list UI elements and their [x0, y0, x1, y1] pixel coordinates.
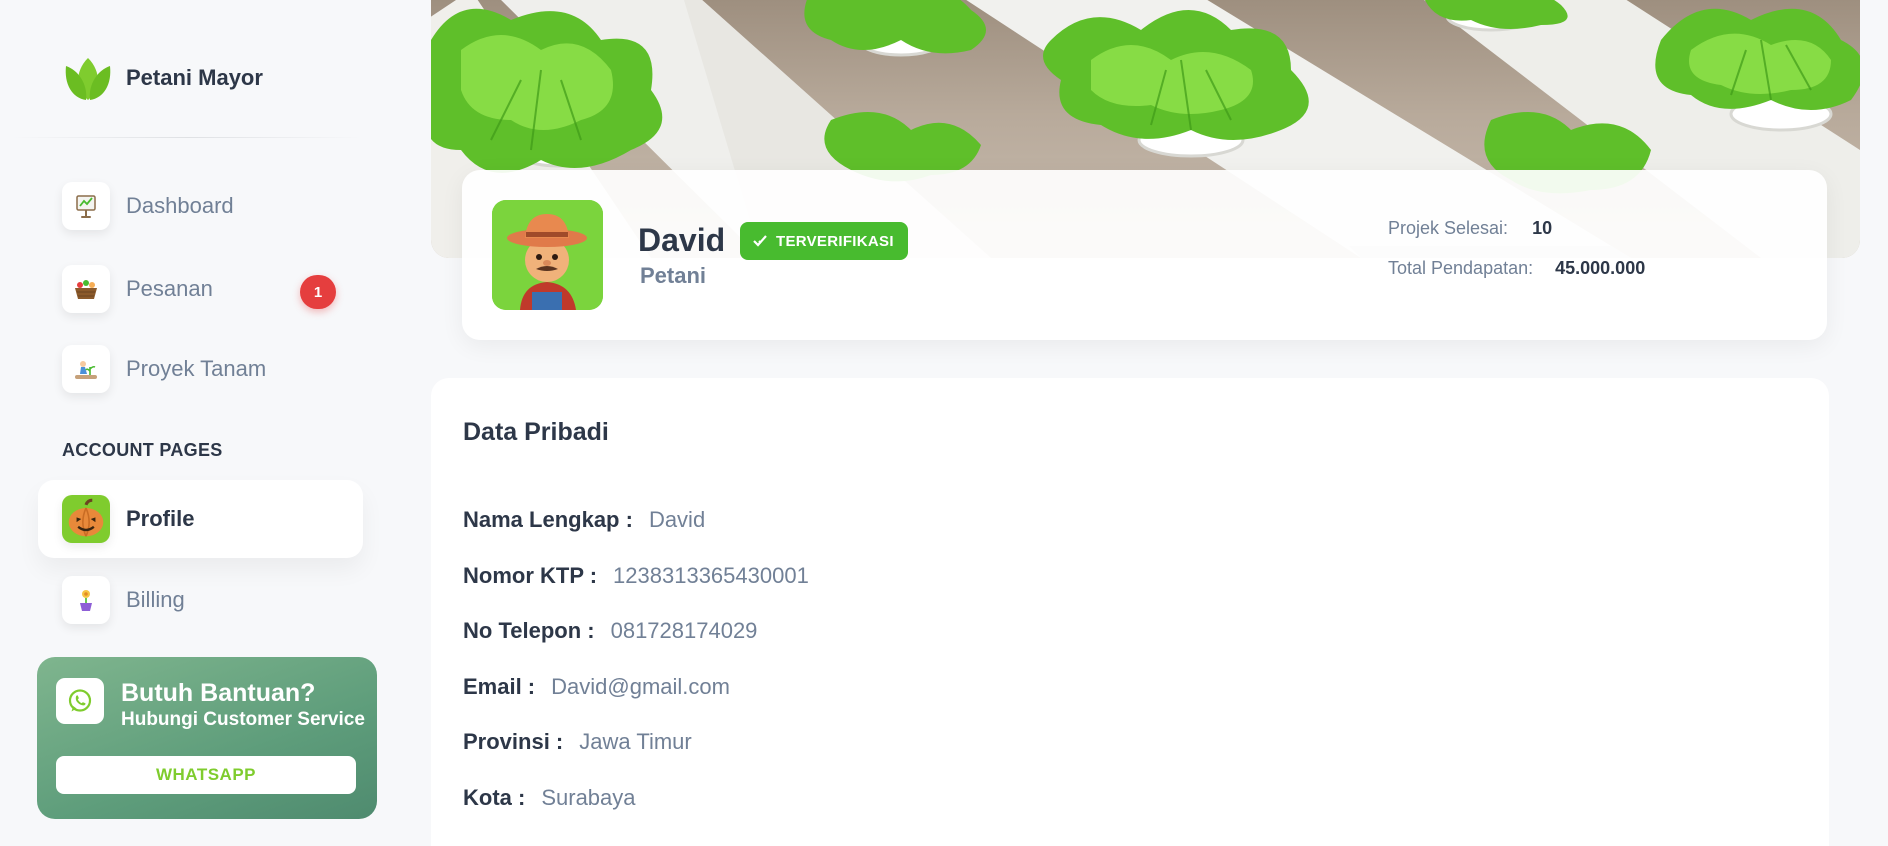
profile-header-card: David TERVERIFIKASI Petani Projek Selesa… [462, 170, 1827, 340]
stat-value: 10 [1532, 218, 1553, 238]
stat-total-income: Total Pendapatan: 45.000.000 [1388, 258, 1645, 279]
field-full-name: Nama Lengkap : David [463, 507, 705, 533]
field-value: Surabaya [541, 785, 636, 810]
stat-label: Total Pendapatan: [1388, 258, 1534, 278]
whatsapp-button[interactable]: WHATSAPP [56, 756, 356, 794]
sidebar-item-dashboard[interactable]: Dashboard [38, 167, 363, 245]
help-subtitle: Hubungi Customer Service [121, 709, 365, 730]
sidebar-item-billing[interactable]: Billing [38, 561, 363, 639]
field-label: Email : [463, 674, 536, 699]
basket-icon [62, 265, 110, 313]
field-label: No Telepon : [463, 618, 595, 643]
profile-role: Petani [640, 263, 707, 288]
stat-projects-completed: Projek Selesai: 10 [1388, 218, 1552, 239]
field-label: Nomor KTP : [463, 563, 598, 588]
whatsapp-icon [56, 678, 104, 724]
double-check-icon [753, 235, 767, 247]
sidebar-divider [12, 137, 362, 138]
field-city: Kota : Surabaya [463, 785, 636, 811]
farmer-planting-icon [62, 345, 110, 393]
flower-pot-icon [62, 576, 110, 624]
sidebar: Petani Mayor Dashboard Pesanan 1 Proyek … [0, 0, 400, 846]
leaf-logo-icon [65, 58, 111, 100]
section-title-account-pages: ACCOUNT PAGES [62, 440, 223, 460]
field-value: David [648, 507, 706, 532]
brand[interactable]: Petani Mayor [62, 54, 263, 102]
sidebar-item-label: Billing [126, 587, 185, 612]
sidebar-item-label: Profile [126, 506, 195, 531]
sidebar-item-pesanan[interactable]: Pesanan 1 [38, 250, 363, 328]
field-value: 081728174029 [610, 618, 758, 643]
personal-data-card: Data Pribadi Nama Lengkap : David Nomor … [431, 378, 1829, 846]
order-count-badge: 1 [300, 275, 336, 309]
sidebar-item-proyek-tanam[interactable]: Proyek Tanam [38, 330, 363, 408]
brand-name: Petani Mayor [126, 65, 263, 90]
pumpkin-icon [62, 495, 110, 543]
help-card: Butuh Bantuan? Hubungi Customer Service … [37, 657, 377, 819]
verified-badge: TERVERIFIKASI [740, 222, 908, 260]
field-value: David@gmail.com [551, 674, 730, 699]
sidebar-item-label: Dashboard [126, 193, 234, 218]
field-value: 1238313365430001 [613, 563, 809, 588]
field-email: Email : David@gmail.com [463, 674, 730, 700]
dashboard-board-icon [62, 182, 110, 230]
verified-label: TERVERIFIKASI [776, 232, 894, 250]
sidebar-item-label: Proyek Tanam [126, 356, 267, 381]
field-label: Provinsi : [463, 729, 564, 754]
field-province: Provinsi : Jawa Timur [463, 729, 692, 755]
field-label: Kota : [463, 785, 526, 810]
field-label: Nama Lengkap : [463, 507, 633, 532]
field-value: Jawa Timur [579, 729, 692, 754]
help-title: Butuh Bantuan? [121, 679, 316, 707]
sidebar-item-label: Pesanan [126, 276, 213, 301]
personal-data-title: Data Pribadi [463, 418, 609, 446]
stat-label: Projek Selesai: [1388, 218, 1509, 238]
field-ktp-number: Nomor KTP : 1238313365430001 [463, 563, 809, 589]
field-phone: No Telepon : 081728174029 [463, 618, 757, 644]
stat-value: 45.000.000 [1555, 258, 1646, 278]
farmer-avatar [492, 200, 603, 310]
sidebar-item-profile[interactable]: Profile [38, 480, 363, 558]
profile-name: David [638, 222, 726, 258]
